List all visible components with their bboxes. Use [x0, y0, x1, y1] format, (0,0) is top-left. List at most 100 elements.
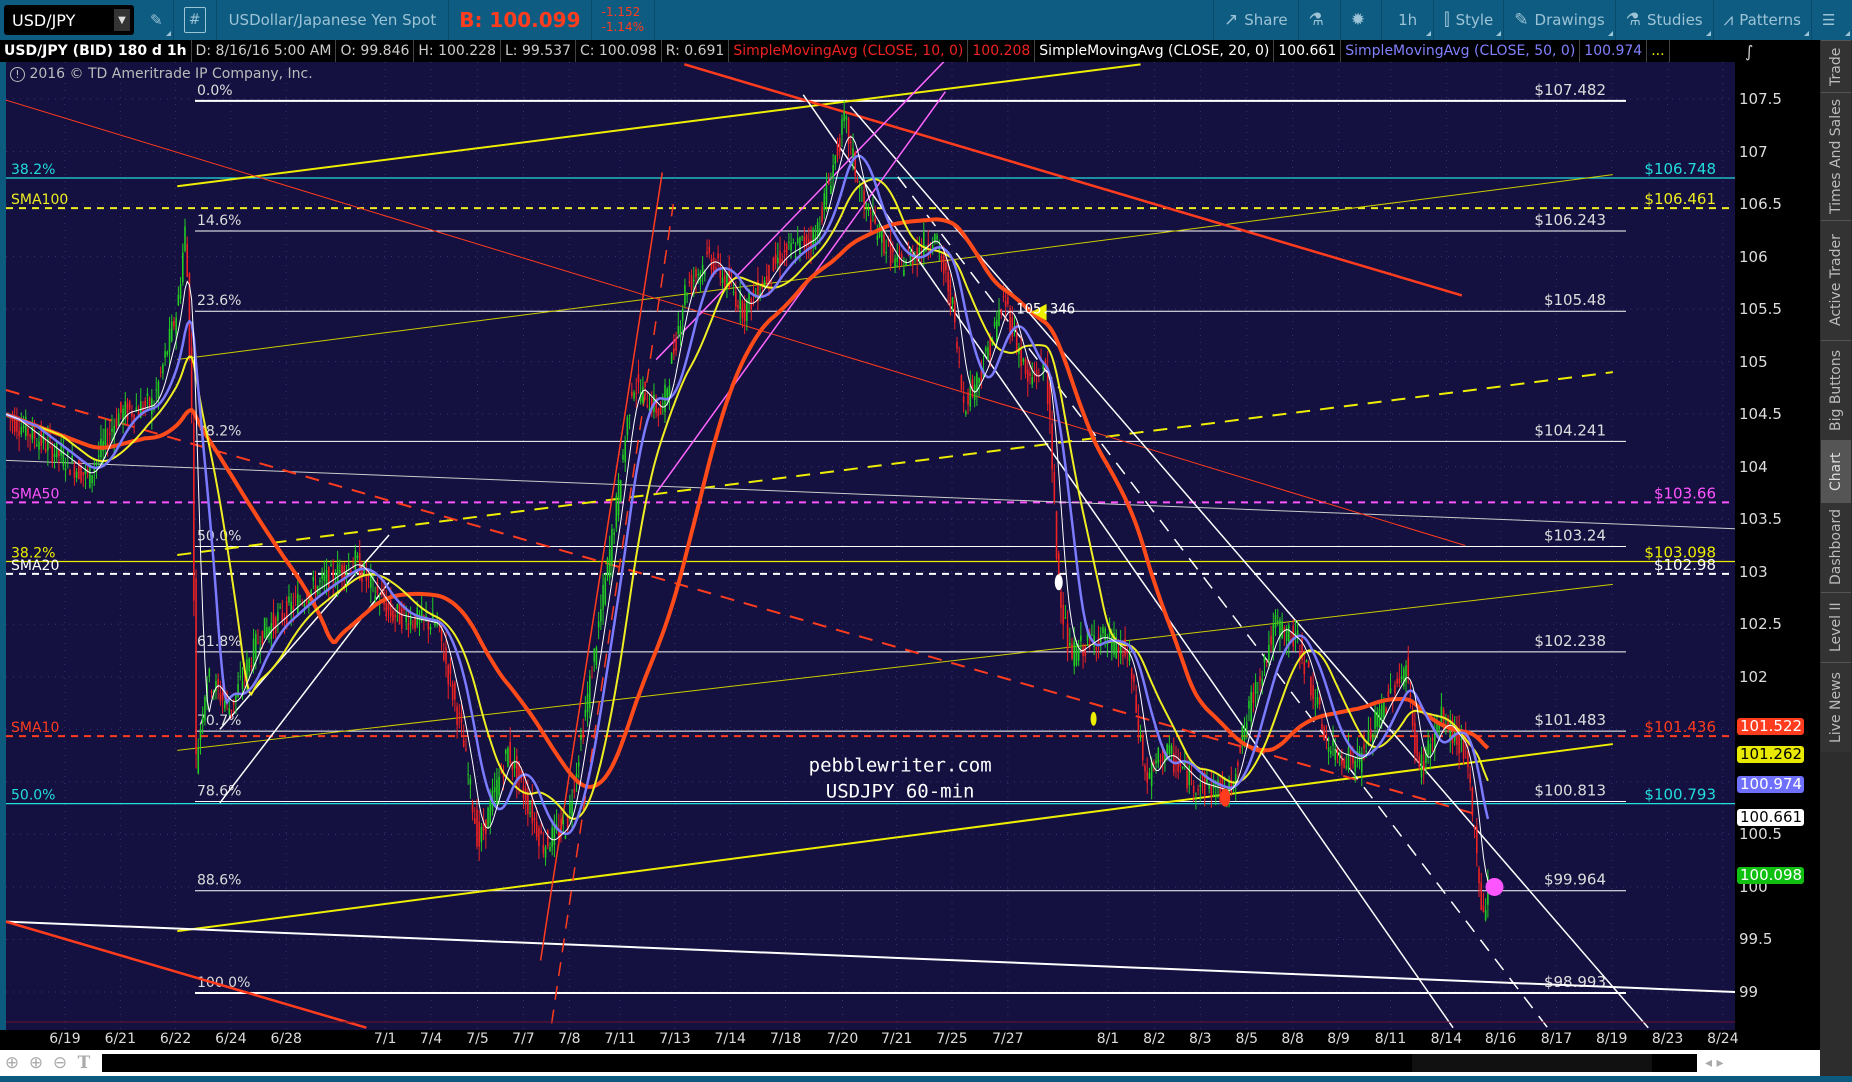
sidebar-tab-live-news[interactable]: Live News: [1821, 662, 1851, 752]
studies-button[interactable]: ⚗ Studies: [1616, 0, 1714, 40]
sidebar-tab-chart[interactable]: Chart: [1821, 440, 1851, 502]
zoom-out-icon[interactable]: ⊖: [48, 1053, 72, 1073]
candle-body: [400, 608, 403, 629]
sidebar-tab-level-ii[interactable]: Level II: [1821, 592, 1851, 662]
candle-body: [582, 730, 584, 738]
candle-body: [1338, 752, 1341, 758]
legend-sma20-value: 100.661: [1274, 40, 1342, 62]
scroll-arrows-icon[interactable]: ◂ ▸: [1705, 1055, 1724, 1071]
candle-body: [942, 254, 945, 274]
interval-button[interactable]: 1h: [1382, 0, 1435, 40]
menu-button[interactable]: ☰: [1812, 0, 1852, 40]
flask-button[interactable]: ⚗: [1299, 0, 1341, 40]
candle-body: [577, 762, 580, 767]
candle-body: [779, 251, 781, 266]
candle-body: [684, 285, 686, 305]
price-tick: 104: [1739, 457, 1768, 476]
candle-body: [1075, 643, 1078, 666]
drawings-button[interactable]: ✎ Drawings: [1504, 0, 1616, 40]
candle-body: [91, 475, 93, 484]
chevron-down-icon[interactable]: ▼: [114, 9, 130, 31]
candle-body: [626, 416, 629, 436]
candle-body: [89, 464, 91, 488]
candle-body: [1325, 734, 1328, 737]
yellow-marker: [1090, 711, 1097, 726]
candle-body: [319, 580, 321, 583]
candle-body: [843, 112, 845, 122]
candle-body: [544, 847, 547, 858]
candle-body: [799, 237, 801, 255]
candle-body: [965, 411, 967, 415]
candle-body: [619, 480, 622, 503]
study-icon[interactable]: ∫: [1745, 42, 1753, 61]
candle-body: [1369, 729, 1372, 740]
patterns-button[interactable]: ⩘ Patterns: [1714, 0, 1812, 40]
symbol-value: USD/JPY: [12, 10, 76, 30]
candle-body: [230, 709, 233, 712]
candle-body: [1343, 759, 1345, 768]
candle-body: [850, 141, 852, 143]
fib-percent: 100.0%: [197, 975, 250, 991]
candle-body: [1414, 722, 1416, 754]
sidebar-tab-times-and-sales[interactable]: Times And Sales: [1821, 92, 1851, 220]
link-button[interactable]: ✎: [140, 0, 174, 40]
scrollbar-thumb[interactable]: [1412, 1054, 1652, 1072]
candle-body: [708, 246, 711, 253]
chart-scrollbar[interactable]: [102, 1054, 1697, 1072]
candle-body: [1341, 759, 1343, 765]
share-button[interactable]: ↗ Share: [1213, 0, 1299, 40]
style-button[interactable]: ⫿ Style: [1434, 0, 1505, 40]
candle-body: [108, 432, 111, 435]
crosshair-icon[interactable]: ⊕: [0, 1053, 24, 1073]
candle-body: [159, 371, 162, 373]
candle-body: [976, 373, 978, 392]
candle-body: [916, 247, 918, 262]
zoom-in-icon[interactable]: ⊕: [24, 1053, 48, 1073]
candle-body: [1049, 383, 1051, 419]
price-axis[interactable]: ∫ 107.5 107 106.5 106 105.5 105 104.5 104 103.5 1…: [1735, 40, 1820, 1050]
legend-more[interactable]: ...: [1647, 40, 1670, 62]
legend-sma50[interactable]: SimpleMovingAvg (CLOSE, 50, 0): [1341, 40, 1581, 62]
candle-body: [1312, 685, 1314, 700]
candle-body: [1004, 301, 1007, 307]
price-tick: 107: [1739, 142, 1768, 161]
text-icon[interactable]: T: [72, 1053, 96, 1073]
chart-plot-area[interactable]: ! 2016 © TD Ameritrade IP Company, Inc. …: [6, 62, 1735, 1030]
symbol-selector[interactable]: USD/JPY ▼: [4, 5, 134, 35]
candle-body: [1330, 750, 1332, 754]
legend-sma20[interactable]: SimpleMovingAvg (CLOSE, 20, 0): [1035, 40, 1275, 62]
fib-price: $99.964: [1544, 871, 1606, 889]
sidebar-tab-dashboard[interactable]: Dashboard: [1821, 502, 1851, 592]
fib-percent: 70.7%: [197, 713, 241, 729]
candle-body: [861, 200, 863, 202]
candle-body: [1287, 625, 1290, 643]
candle-body: [1321, 723, 1323, 729]
candle-body: [673, 348, 675, 355]
candle-body: [458, 712, 461, 714]
drawings-label: Drawings: [1534, 11, 1605, 29]
price-chart: 38.2% $106.748SMA100 $106.461SMA50 $103.663…: [6, 62, 1735, 1030]
settings-button[interactable]: ✹: [1341, 0, 1383, 40]
candle-body: [721, 277, 724, 284]
candle-body: [1139, 736, 1142, 738]
candle-body: [1431, 738, 1434, 741]
date-tick: 7/7: [512, 1031, 535, 1047]
level-name: SMA50: [11, 486, 59, 502]
sidebar-tab-trade[interactable]: Trade: [1821, 40, 1851, 92]
legend-sma10[interactable]: SimpleMovingAvg (CLOSE, 10, 0): [729, 40, 969, 62]
date-tick: 8/14: [1430, 1031, 1463, 1047]
candle-body: [219, 693, 222, 702]
candle-body: [476, 809, 478, 846]
legend-low: L: 99.537: [501, 40, 576, 62]
candle-body: [947, 271, 949, 292]
candle-body: [279, 606, 281, 608]
candle-body: [796, 238, 799, 244]
sidebar-tab-active-trader[interactable]: Active Trader: [1821, 220, 1851, 340]
candle-body: [1137, 719, 1140, 731]
sidebar-tab-big-buttons[interactable]: Big Buttons: [1821, 340, 1851, 440]
candle-body: [1394, 684, 1396, 694]
candle-body: [1471, 787, 1474, 816]
candle-body: [1352, 756, 1354, 764]
grid-button[interactable]: #: [174, 0, 217, 40]
candle-body: [1210, 786, 1213, 798]
